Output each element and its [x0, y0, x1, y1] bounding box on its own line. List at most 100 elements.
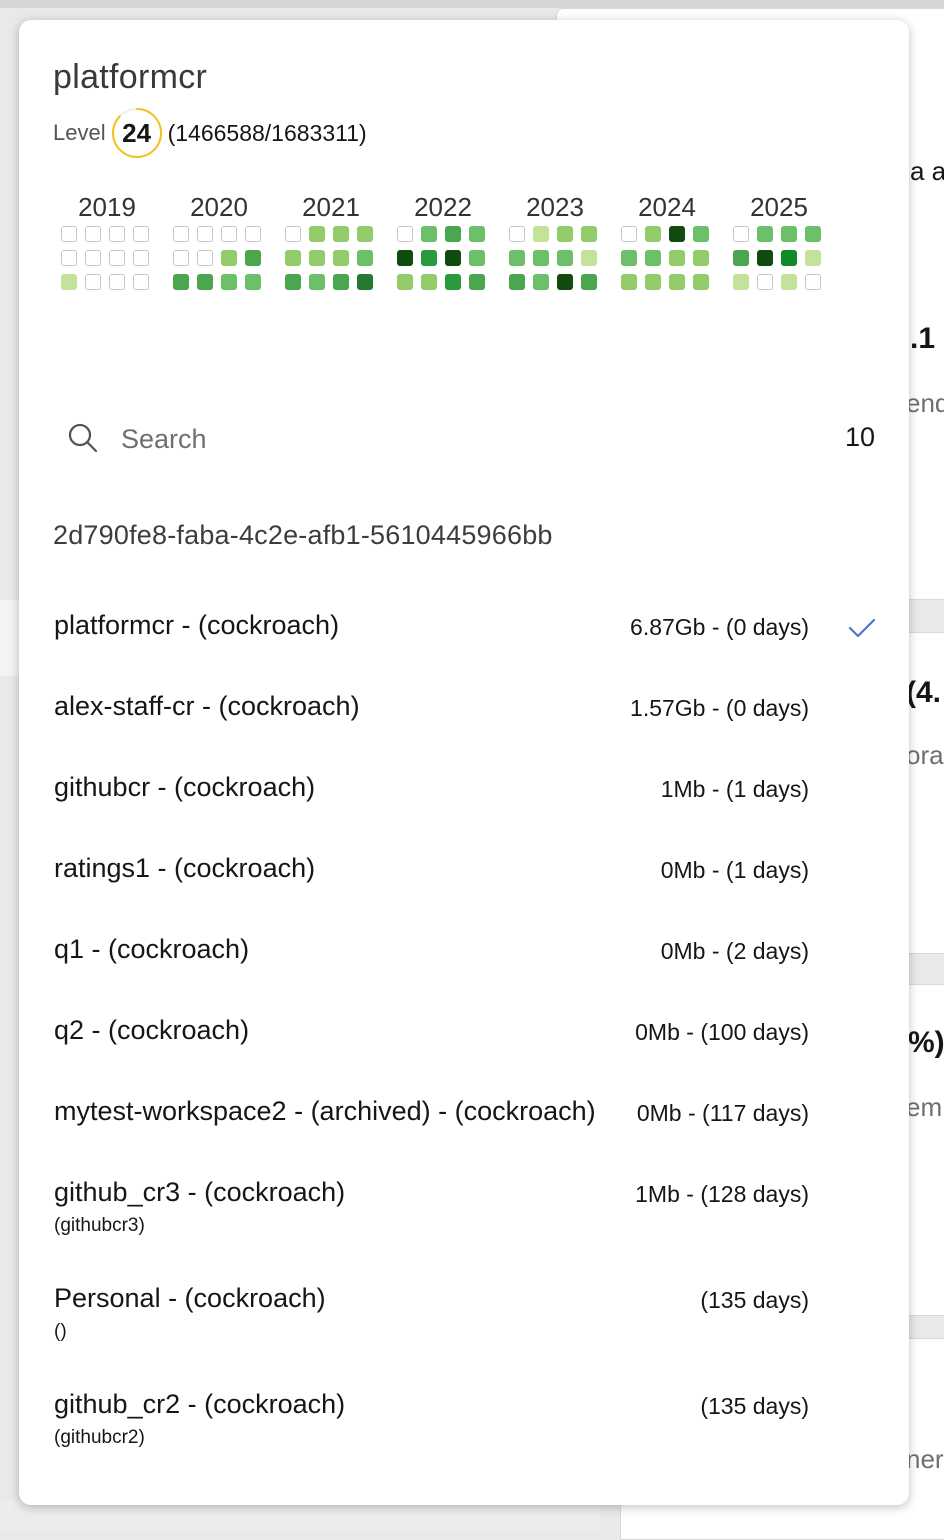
workspace-name: q2 - (cockroach) [54, 1015, 250, 1045]
activity-cell [357, 274, 373, 290]
activity-year-label: 2019 [78, 192, 136, 222]
activity-cell [645, 226, 661, 242]
background-text: em [906, 1092, 943, 1122]
activity-cell [757, 250, 773, 266]
activity-cell [621, 250, 637, 266]
activity-cell [469, 274, 485, 290]
activity-cell [245, 250, 261, 266]
workspace-size-age: (135 days) [700, 1393, 809, 1419]
workspace-name: alex-staff-cr - (cockroach) [54, 691, 360, 721]
activity-cell [509, 274, 525, 290]
workspace-size-age: 0Mb - (117 days) [636, 1100, 809, 1126]
activity-cell [581, 226, 597, 242]
activity-cell [469, 250, 485, 266]
activity-cell [669, 250, 685, 266]
workspace-id: 2d790fe8-faba-4c2e-afb1-5610445966bb [53, 520, 553, 550]
activity-cell [621, 226, 637, 242]
background-text: ner [906, 1444, 944, 1474]
activity-cell [445, 250, 461, 266]
search-input[interactable] [119, 418, 723, 460]
activity-cell [557, 274, 573, 290]
activity-cell [245, 226, 261, 242]
workspace-name: mytest-workspace2 - (archived) - (cockro… [54, 1096, 596, 1126]
activity-cell [197, 274, 213, 290]
activity-cell [781, 250, 797, 266]
workspace-size-age: 1Mb - (128 days) [635, 1181, 809, 1207]
activity-cell [221, 226, 237, 242]
activity-cell [61, 274, 77, 290]
background-topbar [0, 0, 944, 8]
workspace-size-age: 0Mb - (2 days) [660, 938, 809, 964]
activity-cell [85, 226, 101, 242]
activity-cell [309, 274, 325, 290]
activity-cell [693, 274, 709, 290]
activity-cell [757, 274, 773, 290]
activity-cell [645, 250, 661, 266]
activity-cell [421, 274, 437, 290]
workspace-name: ratings1 - (cockroach) [54, 853, 316, 883]
activity-cell [421, 226, 437, 242]
activity-cell [557, 226, 573, 242]
activity-cell [805, 226, 821, 242]
activity-cell [781, 226, 797, 242]
activity-cell [621, 274, 637, 290]
activity-cell [197, 226, 213, 242]
workspace-size-age: 1Mb - (1 days) [660, 776, 809, 802]
activity-cell [805, 274, 821, 290]
activity-cell [445, 226, 461, 242]
activity-cell [85, 274, 101, 290]
activity-cell [85, 250, 101, 266]
activity-cell [509, 226, 525, 242]
activity-cell [133, 226, 149, 242]
activity-cell [357, 250, 373, 266]
activity-cell [61, 226, 77, 242]
workspace-subtitle: (githubcr3) [54, 1215, 145, 1236]
activity-year-label: 2024 [638, 192, 696, 222]
activity-cell [221, 250, 237, 266]
workspace-size-age: 0Mb - (100 days) [635, 1019, 809, 1045]
activity-year-label: 2025 [750, 192, 808, 222]
activity-cell [397, 226, 413, 242]
level-label: Level [53, 120, 106, 145]
activity-cell [245, 274, 261, 290]
activity-cell [421, 250, 437, 266]
activity-cell [109, 274, 125, 290]
activity-cell [533, 250, 549, 266]
activity-cell [173, 274, 189, 290]
activity-year-label: 2022 [414, 192, 472, 222]
workspace-size-age: (135 days) [700, 1287, 809, 1313]
level-indicator: Level 24 (1466588/1683311) [53, 106, 367, 160]
activity-cell [757, 226, 773, 242]
activity-cell [173, 250, 189, 266]
activity-cell [733, 226, 749, 242]
background-text: end [906, 388, 944, 418]
activity-cell [557, 250, 573, 266]
activity-cell [333, 226, 349, 242]
activity-cell [309, 250, 325, 266]
activity-cell [173, 226, 189, 242]
activity-cell [197, 250, 213, 266]
activity-cell [397, 250, 413, 266]
activity-cell [733, 274, 749, 290]
activity-cell [693, 250, 709, 266]
activity-cell [221, 274, 237, 290]
activity-cell [469, 226, 485, 242]
activity-cell [133, 250, 149, 266]
activity-cell [333, 250, 349, 266]
background-text: %) [908, 1026, 944, 1059]
background-text: (4. [906, 676, 942, 709]
workspace-name: github_cr3 - (cockroach) [54, 1177, 346, 1207]
activity-year-label: 2020 [190, 192, 248, 222]
activity-cell [109, 226, 125, 242]
activity-cell [285, 250, 301, 266]
activity-year-label: 2021 [302, 192, 360, 222]
activity-cell [285, 226, 301, 242]
activity-cell [781, 274, 797, 290]
activity-cell [645, 274, 661, 290]
activity-cell [285, 274, 301, 290]
workspace-subtitle: (githubcr2) [54, 1427, 145, 1448]
activity-cell [805, 250, 821, 266]
background-text: a a [910, 156, 944, 186]
level-badge: 24 [110, 106, 164, 160]
workspace-size-age: 6.87Gb - (0 days) [630, 614, 809, 640]
